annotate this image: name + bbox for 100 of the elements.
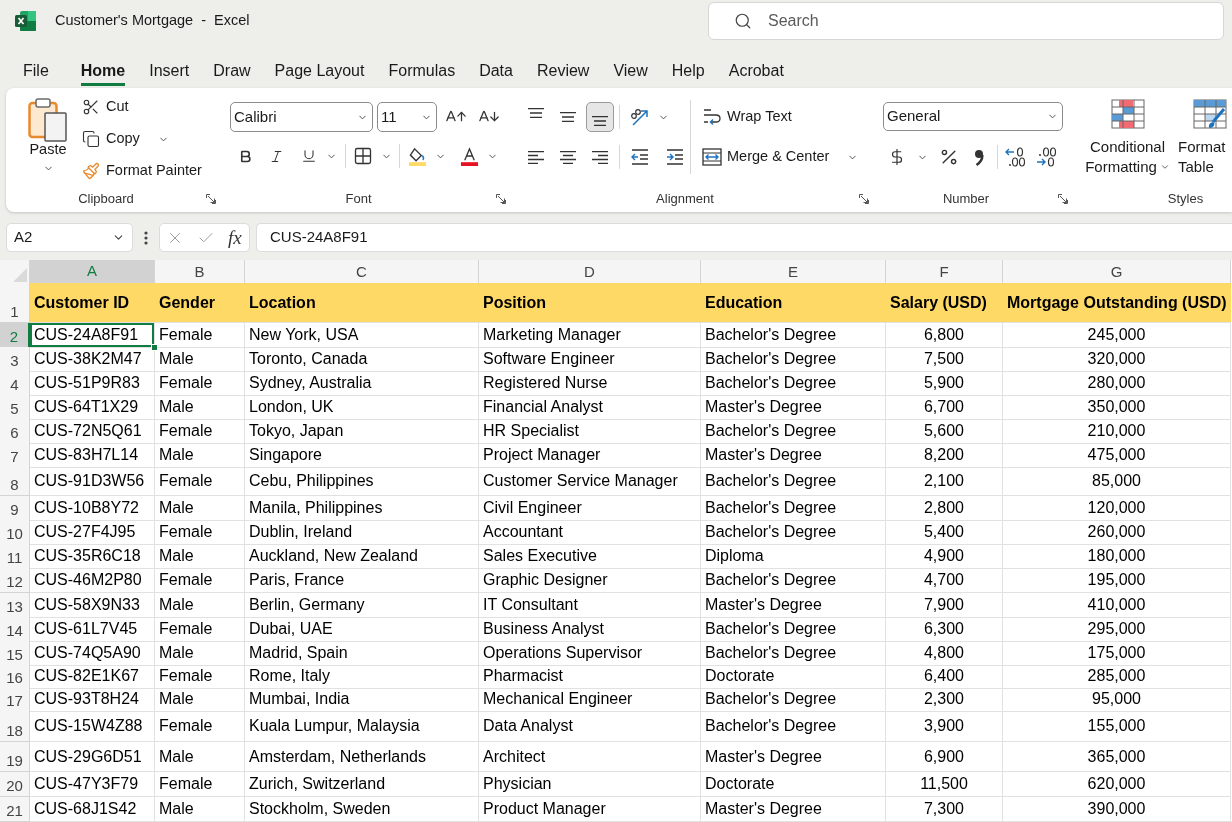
font-color-icon[interactable]: [460, 146, 479, 166]
ribbon-tab[interactable]: Formulas: [388, 55, 456, 86]
copy-button[interactable]: Copy: [80, 123, 202, 155]
table-cell: CUS-51P9R83: [30, 371, 155, 396]
row-header[interactable]: 9: [0, 496, 30, 521]
column-header[interactable]: A: [30, 260, 155, 285]
merge-center-button[interactable]: Merge & Center: [702, 142, 859, 172]
align-left-icon[interactable]: [528, 150, 544, 164]
row-header[interactable]: 7: [0, 443, 30, 468]
wrap-text-button[interactable]: Wrap Text: [702, 102, 859, 132]
row-header[interactable]: 16: [0, 664, 30, 689]
italic-icon[interactable]: [269, 148, 284, 164]
paint-bucket-icon[interactable]: [408, 146, 427, 166]
row-header[interactable]: 4: [0, 371, 30, 396]
table-cell: Zurich, Switzerland: [245, 772, 479, 797]
table-header-cell: Education: [701, 283, 886, 323]
row-header[interactable]: 2: [0, 323, 30, 348]
row-header[interactable]: 13: [0, 593, 30, 618]
table-cell: Diploma: [701, 544, 886, 569]
decrease-indent-icon[interactable]: [630, 149, 650, 165]
conditional-formatting-button[interactable]: Conditional Formatting: [1080, 99, 1175, 177]
row-header[interactable]: 17: [0, 687, 30, 712]
table-header-cell: Customer ID: [30, 283, 155, 323]
table-cell: 410,000: [1003, 593, 1231, 618]
column-header[interactable]: F: [886, 260, 1003, 285]
dialog-launcher-icon[interactable]: [496, 194, 506, 204]
name-box[interactable]: A2: [6, 223, 133, 252]
row-header[interactable]: 1: [0, 283, 30, 323]
insert-function-button[interactable]: fx: [228, 226, 242, 249]
row-header[interactable]: 8: [0, 467, 30, 496]
ribbon-tab[interactable]: Insert: [149, 55, 190, 86]
align-right-icon[interactable]: [592, 150, 608, 164]
merge-cells-icon: [702, 148, 722, 166]
column-header[interactable]: D: [479, 260, 701, 285]
row-header[interactable]: 19: [0, 742, 30, 772]
table-cell: Data Analyst: [479, 711, 701, 742]
number-format-dropdown[interactable]: General: [883, 102, 1063, 131]
paste-button[interactable]: Paste: [18, 88, 78, 187]
clipboard-icon: [28, 98, 68, 142]
row-header[interactable]: 14: [0, 617, 30, 642]
table-cell: CUS-29G6D51: [30, 742, 155, 772]
row-header[interactable]: 21: [0, 797, 30, 822]
font-name-dropdown[interactable]: Calibri: [230, 102, 373, 132]
table-cell: Bachelor's Degree: [701, 568, 886, 593]
borders-icon[interactable]: [353, 146, 373, 166]
ribbon-tab[interactable]: Help: [671, 55, 705, 86]
row-header[interactable]: 12: [0, 568, 30, 593]
table-cell: Bachelor's Degree: [701, 467, 886, 496]
percent-icon[interactable]: [939, 147, 959, 167]
more-options-icon[interactable]: [144, 230, 148, 245]
table-cell: 8,200: [886, 443, 1003, 468]
column-header[interactable]: B: [155, 260, 245, 285]
vertical-align-button[interactable]: [586, 102, 614, 132]
table-cell: 260,000: [1003, 520, 1231, 545]
font-size-dropdown[interactable]: 11: [377, 102, 437, 132]
table-cell: CUS-27F4J95: [30, 520, 155, 545]
table-cell: Mechanical Engineer: [479, 687, 701, 712]
table-cell: CUS-74Q5A90: [30, 641, 155, 666]
search-field[interactable]: Search: [708, 2, 1224, 40]
dialog-launcher-icon[interactable]: [1058, 194, 1068, 204]
increase-decimal-icon[interactable]: [1004, 146, 1026, 168]
format-painter-button[interactable]: Format Painter: [80, 155, 202, 187]
table-cell: Male: [155, 395, 245, 420]
ribbon-tab[interactable]: View: [613, 55, 648, 86]
table-cell: IT Consultant: [479, 593, 701, 618]
dialog-launcher-icon[interactable]: [206, 194, 216, 204]
column-header[interactable]: C: [245, 260, 479, 285]
align-center-icon[interactable]: [560, 150, 576, 164]
table-cell: Tokyo, Japan: [245, 419, 479, 444]
row-header[interactable]: 11: [0, 544, 30, 569]
increase-indent-icon[interactable]: [665, 149, 685, 165]
row-header[interactable]: 18: [0, 711, 30, 742]
underline-icon[interactable]: [301, 148, 317, 164]
row-header[interactable]: 20: [0, 772, 30, 797]
table-cell: Female: [155, 520, 245, 545]
ribbon-tab[interactable]: Draw: [213, 55, 251, 86]
table-cell: 7,900: [886, 593, 1003, 618]
cut-button[interactable]: Cut: [80, 91, 202, 123]
table-cell: 2,800: [886, 496, 1003, 521]
row-header[interactable]: 5: [0, 395, 30, 420]
decrease-decimal-icon[interactable]: [1035, 146, 1057, 168]
fill-handle[interactable]: [151, 344, 158, 351]
comma-icon[interactable]: [974, 148, 984, 166]
column-header[interactable]: G: [1003, 260, 1231, 285]
diagonal-arrow-icon[interactable]: [630, 107, 650, 127]
ribbon-tab[interactable]: File: [23, 55, 49, 86]
ribbon-tab[interactable]: Review: [536, 55, 590, 86]
ribbon-tab[interactable]: Data: [479, 55, 513, 86]
row-header[interactable]: 3: [0, 347, 30, 372]
format-table-button[interactable]: Format Table: [1178, 99, 1227, 177]
bold-icon[interactable]: [238, 148, 253, 164]
window-title: Customer's Mortgage - Excel: [55, 11, 250, 31]
dialog-launcher-icon[interactable]: [859, 194, 869, 204]
formula-input[interactable]: CUS-24A8F91: [256, 223, 1232, 252]
row-header[interactable]: 15: [0, 641, 30, 666]
row-header[interactable]: 10: [0, 520, 30, 545]
row-header[interactable]: 6: [0, 419, 30, 444]
ribbon-tab[interactable]: Page Layout: [274, 55, 365, 86]
column-header[interactable]: E: [701, 260, 886, 285]
ribbon-tab[interactable]: Acrobat: [728, 55, 784, 86]
